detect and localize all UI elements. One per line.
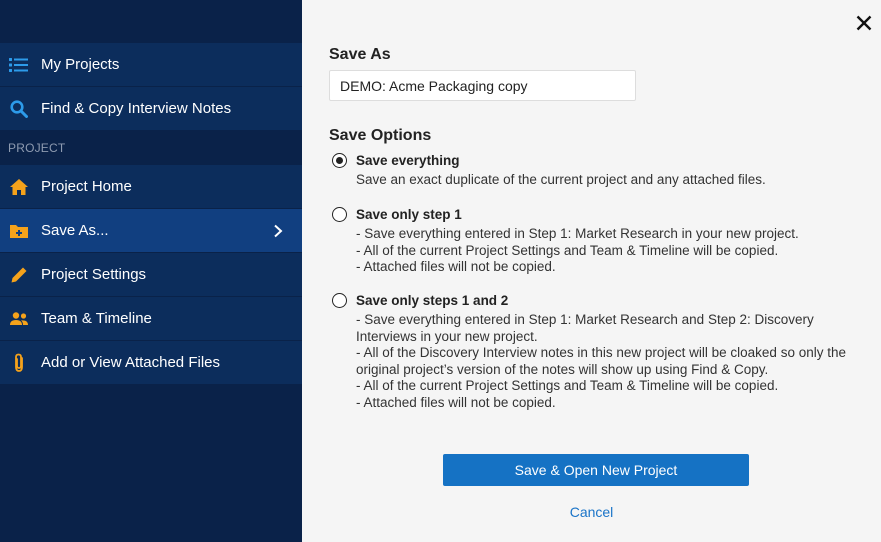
pencil-icon (4, 266, 34, 284)
sidebar-item-project-home[interactable]: Project Home (0, 165, 302, 209)
project-name-input[interactable] (329, 70, 636, 101)
radio-selected-dot (336, 156, 343, 164)
sidebar-item-project-settings[interactable]: Project Settings (0, 253, 302, 297)
save-as-heading: Save As (329, 46, 391, 63)
close-button[interactable] (853, 12, 875, 34)
option-description-line: - All of the current Project Settings an… (356, 242, 779, 258)
sidebar-item-label: My Projects (41, 56, 120, 73)
sidebar-header (0, 0, 302, 43)
home-icon (4, 178, 34, 196)
sidebar-item-team-timeline[interactable]: Team & Timeline (0, 297, 302, 341)
option-description-line: - All of the Discovery Interview notes i… (356, 345, 846, 377)
sidebar-item-label: Team & Timeline (41, 310, 152, 327)
sidebar-item-my-projects[interactable]: My Projects (0, 43, 302, 87)
option-title: Save only steps 1 and 2 (356, 292, 509, 308)
option-save-steps-1-2: Save only steps 1 and 2 - Save everythin… (332, 291, 852, 411)
radio-save-steps-1-2[interactable] (332, 292, 347, 308)
option-title: Save only step 1 (356, 206, 462, 222)
option-description-line: - Attached files will not be copied. (356, 259, 556, 274)
sidebar-item-attached-files[interactable]: Add or View Attached Files (0, 341, 302, 385)
option-description: Save an exact duplicate of the current p… (356, 172, 852, 189)
radio-save-everything[interactable] (332, 152, 347, 168)
option-description: - Save everything entered in Step 1: Mar… (356, 312, 852, 411)
chevron-right-icon (266, 224, 290, 238)
search-icon (4, 99, 34, 118)
folder-plus-icon (4, 223, 34, 239)
option-description-line: - Attached files will not be copied. (356, 394, 556, 410)
sidebar-item-label: Project Home (41, 178, 132, 195)
save-options-heading: Save Options (329, 127, 432, 144)
radio-save-step-1[interactable] (332, 206, 347, 222)
option-description: - Save everything entered in Step 1: Mar… (356, 226, 852, 276)
sidebar-item-save-as[interactable]: Save As... (0, 209, 302, 253)
close-icon (856, 15, 872, 31)
option-save-everything: Save everything Save an exact duplicate … (332, 151, 852, 189)
option-description-line: - All of the current Project Settings an… (356, 378, 779, 393)
sidebar-nav: My Projects Find & Copy Interview Notes … (0, 0, 302, 542)
option-description-line: Save an exact duplicate of the current p… (356, 172, 766, 187)
sidebar-item-label: Add or View Attached Files (41, 354, 220, 371)
cancel-link[interactable]: Cancel (302, 504, 881, 520)
list-icon (4, 57, 34, 73)
save-as-panel: Save As Save Options Save everything Sav… (302, 0, 881, 542)
sidebar-item-find-copy[interactable]: Find & Copy Interview Notes (0, 87, 302, 131)
option-description-line: - Save everything entered in Step 1: Mar… (356, 312, 814, 344)
sidebar-item-label: Project Settings (41, 266, 147, 283)
paperclip-icon (4, 353, 34, 373)
team-icon (4, 311, 34, 327)
option-description-line: - Save everything entered in Step 1: Mar… (356, 226, 799, 241)
option-title: Save everything (356, 152, 460, 168)
sidebar-item-label: Find & Copy Interview Notes (41, 100, 232, 117)
sidebar-item-label: Save As... (41, 222, 109, 239)
sidebar-section-label: PROJECT (0, 131, 302, 165)
save-open-new-project-button[interactable]: Save & Open New Project (443, 454, 749, 486)
option-save-step-1: Save only step 1 - Save everything enter… (332, 205, 852, 276)
